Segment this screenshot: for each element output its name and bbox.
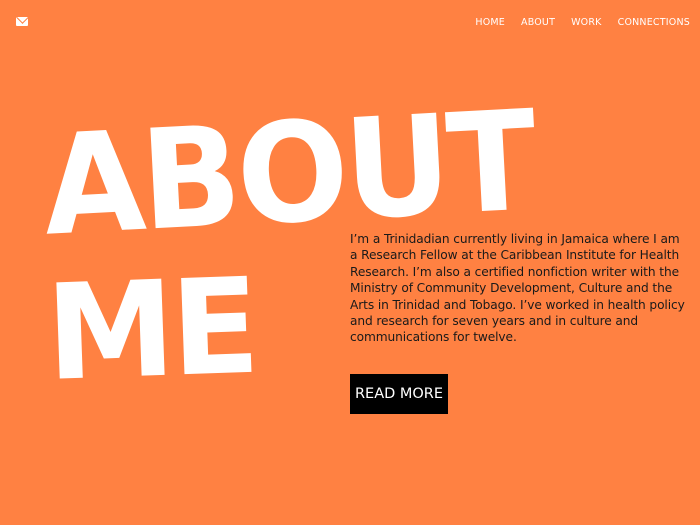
nav-work[interactable]: WORK — [571, 17, 602, 29]
read-more-button[interactable]: READ MORE — [350, 374, 448, 414]
hero-heading-me: ME — [43, 249, 259, 411]
nav-connections[interactable]: CONNECTIONS — [618, 17, 690, 29]
envelope-icon[interactable] — [16, 17, 28, 26]
nav-about[interactable]: ABOUT — [521, 17, 555, 29]
nav-home[interactable]: HOME — [475, 17, 505, 29]
bio-paragraph: I’m a Trinidadian currently living in Ja… — [350, 232, 685, 345]
main-nav: HOME ABOUT WORK CONNECTIONS — [475, 17, 690, 29]
